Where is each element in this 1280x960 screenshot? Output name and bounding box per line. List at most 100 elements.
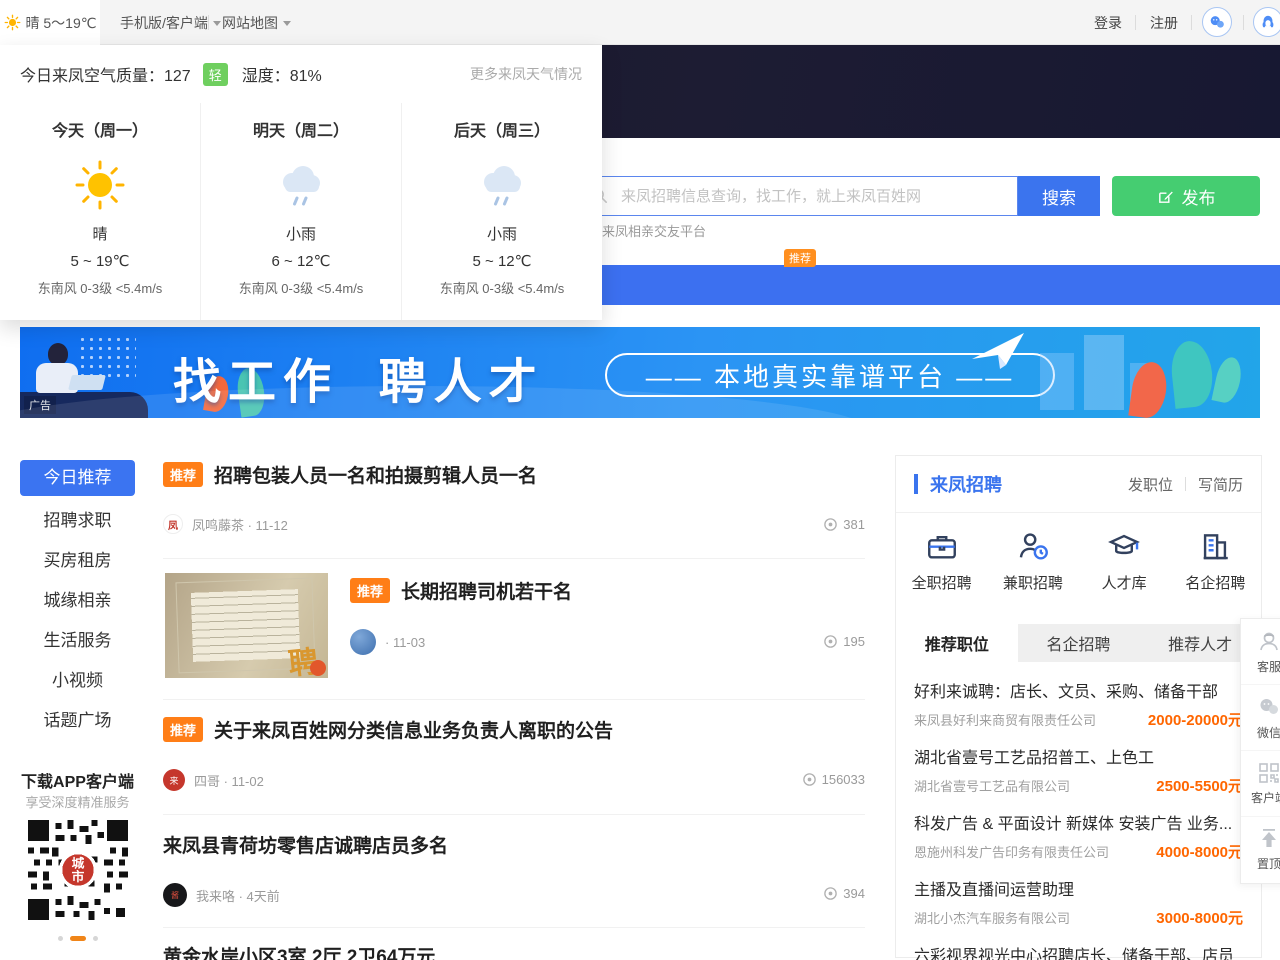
feed-item-meta: 来 四哥 · 11-02 [163, 769, 264, 791]
day-title: 今天（周一） [0, 117, 200, 141]
feed-item-thumbnail[interactable]: 聘 [165, 573, 328, 678]
job-salary: 2500-5500元 [1156, 775, 1243, 796]
qr-carousel-dots [20, 936, 135, 941]
weather-day-today: 今天（周一） 晴 5 ~ 19℃ 东南风 0-3级 <5.4m/s [0, 103, 200, 320]
wechat-login-button[interactable] [1202, 7, 1232, 37]
accent-bar [914, 474, 918, 494]
job-listing[interactable]: 科发广告 & 平面设计 新媒体 安装广告 业务... 恩施州科发广告印务有限责任… [914, 796, 1243, 862]
views-icon [823, 517, 838, 532]
nav-recommend-badge: 推荐 [784, 249, 816, 267]
app-download-title: 下载APP客户端 [10, 768, 145, 792]
quick-talent-pool[interactable]: 人才库 [1079, 513, 1170, 618]
job-listing[interactable]: 六彩视界视光中心招聘店长、储备干部、店员 来凤县六彩眼镜中心3000-8000元 [914, 928, 1243, 960]
job-listing[interactable]: 好利来诚聘：店长、文员、采购、储备干部 来凤县好利来商贸有限责任公司2000-2… [914, 664, 1243, 730]
sidebar-item-topics[interactable]: 话题广场 [20, 706, 135, 731]
recommend-badge: 推荐 [350, 578, 390, 603]
job-company: 湖北小杰汽车服务有限公司 [914, 908, 1070, 927]
app-client-button[interactable]: 客户端 [1241, 751, 1280, 817]
sidebar-item-today[interactable]: 今日推荐 [20, 460, 135, 496]
banner-title: 找工作 聘人才 [173, 342, 544, 412]
day-wind: 东南风 0-3级 <5.4m/s [402, 278, 602, 297]
qq-icon [1259, 13, 1277, 31]
qq-login-button[interactable] [1253, 7, 1280, 37]
topbar-divider [1191, 15, 1192, 30]
app-qr-code: 城 市 [28, 820, 128, 920]
publish-label: 发布 [1182, 184, 1216, 209]
carousel-dot[interactable] [58, 936, 63, 941]
job-listing[interactable]: 湖北省壹号工艺品招普工、上色工 湖北省壹号工艺品有限公司2500-5500元 [914, 730, 1243, 796]
divider [163, 699, 865, 700]
chevron-down-icon [283, 21, 291, 30]
aqi-text: 今日来凤空气质量：127 [20, 62, 191, 86]
divider [163, 814, 865, 815]
app-download-subtitle: 享受深度精准服务 [10, 792, 145, 811]
weather-day-aftertomorrow: 后天（周三） 小雨 5 ~ 12℃ 东南风 0-3级 <5.4m/s [401, 103, 602, 320]
topbar-weather-text: 晴 5～19℃ [26, 13, 97, 33]
sidebar-item-services[interactable]: 生活服务 [20, 626, 135, 651]
customer-service-button[interactable]: 客服 [1241, 619, 1280, 685]
search-input[interactable] [580, 176, 1018, 216]
login-link[interactable]: 登录 [1094, 0, 1122, 45]
customer-service-icon [1257, 629, 1280, 653]
feed-item-title[interactable]: 推荐 长期招聘司机若干名 [350, 577, 572, 604]
more-weather-link[interactable]: 更多来凤天气情况 [470, 64, 582, 84]
building-icon [1198, 529, 1232, 563]
feed-item-title[interactable]: 黄金水岸小区3室 2厅 2卫64万元 [163, 942, 435, 960]
day-temp: 5 ~ 12℃ [402, 252, 602, 270]
topbar-divider [1135, 15, 1136, 30]
chevron-down-icon [213, 21, 221, 30]
tab-top-companies[interactable]: 名企招聘 [1018, 624, 1140, 662]
day-desc: 晴 [0, 223, 200, 244]
quick-top-companies[interactable]: 名企招聘 [1170, 513, 1261, 618]
aqi-level-badge: 轻 [203, 63, 228, 86]
views-icon [802, 772, 817, 787]
write-resume-link[interactable]: 写简历 [1198, 474, 1243, 495]
carousel-dot-active[interactable] [70, 936, 86, 941]
sidebar-item-jobs[interactable]: 招聘求职 [20, 506, 135, 531]
recommend-badge: 推荐 [163, 462, 203, 487]
search-button[interactable]: 搜索 [1018, 176, 1100, 216]
arrow-up-icon [1258, 828, 1280, 850]
topbar-sitemap-menu[interactable]: 网站地图 [222, 0, 291, 45]
hot-search-text[interactable]: 来凤相亲交友平台 [602, 221, 706, 240]
view-count: 195 [823, 634, 865, 649]
avatar: 来 [163, 769, 185, 791]
job-banner-ad[interactable]: 找工作 聘人才 —— 本地真实靠谱平台 —— 广告 [20, 327, 1260, 418]
feed-item-title[interactable]: 来凤县青荷坊零售店诚聘店员多名 [163, 831, 448, 858]
divider [1185, 477, 1186, 491]
paper-plane-icon [968, 329, 1030, 373]
sidebar-item-housing[interactable]: 买房租房 [20, 546, 135, 571]
divider [163, 558, 865, 559]
tab-recommended-jobs[interactable]: 推荐职位 [896, 624, 1018, 662]
carousel-dot[interactable] [93, 936, 98, 941]
views-icon [823, 886, 838, 901]
topbar-sitemap-label: 网站地图 [222, 13, 278, 33]
wechat-button[interactable]: 微信 [1241, 685, 1280, 751]
topbar-mobile-label: 手机版/客户端 [120, 13, 208, 33]
publish-button[interactable]: 发布 [1112, 176, 1260, 216]
briefcase-icon [925, 529, 959, 563]
qr-code-icon [1258, 762, 1280, 784]
view-count: 381 [823, 517, 865, 532]
job-company: 恩施州科发广告印务有限责任公司 [914, 842, 1109, 861]
banner-tree-decor [1211, 355, 1244, 405]
view-count: 394 [823, 886, 865, 901]
quick-parttime[interactable]: 兼职招聘 [987, 513, 1078, 618]
topbar-weather-tab[interactable]: 晴 5～19℃ [0, 0, 100, 45]
job-title: 好利来诚聘：店长、文员、采购、储备干部 [914, 678, 1243, 702]
quick-fulltime[interactable]: 全职招聘 [896, 513, 987, 618]
feed-item-title[interactable]: 推荐 招聘包装人员一名和拍摄剪辑人员一名 [163, 461, 537, 488]
sidebar-item-videos[interactable]: 小视频 [20, 666, 135, 691]
sidebar-item-dating[interactable]: 城缘相亲 [20, 586, 135, 611]
register-link[interactable]: 注册 [1150, 0, 1178, 45]
page: 晴 5～19℃ 手机版/客户端 网站地图 登录 注册 搜索 发布 来凤相亲交友平… [0, 0, 1280, 960]
job-listing[interactable]: 主播及直播间运营助理 湖北小杰汽车服务有限公司3000-8000元 [914, 862, 1243, 928]
rain-icon [474, 159, 530, 211]
back-to-top-button[interactable]: 置顶 [1241, 817, 1280, 883]
feed-item-title[interactable]: 推荐 关于来凤百姓网分类信息业务负责人离职的公告 [163, 716, 613, 743]
topbar-mobile-menu[interactable]: 手机版/客户端 [120, 0, 221, 45]
wechat-icon [1257, 695, 1280, 719]
wechat-icon [1208, 13, 1226, 31]
post-job-link[interactable]: 发职位 [1128, 474, 1173, 495]
job-title: 主播及直播间运营助理 [914, 876, 1243, 900]
